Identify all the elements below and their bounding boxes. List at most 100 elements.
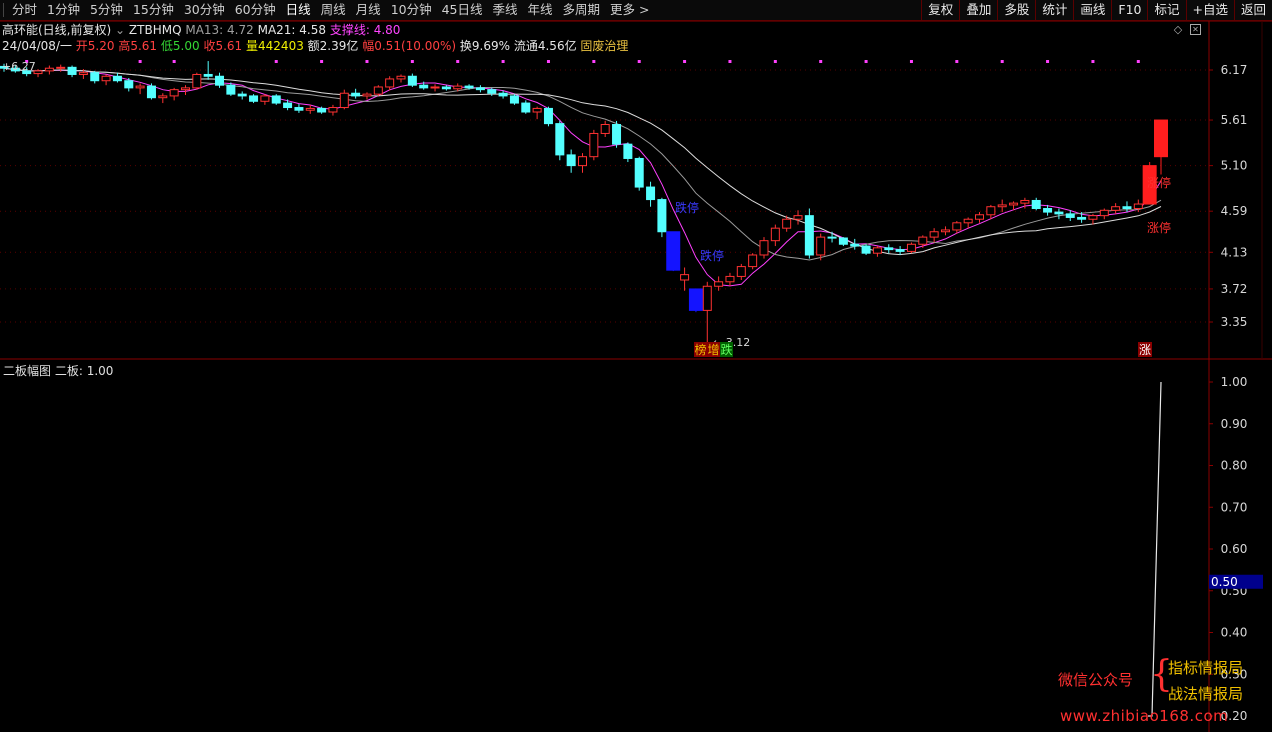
price-tick-label: 3.72: [1221, 282, 1248, 296]
chart-frame: [0, 20, 1272, 732]
sub-axis-label: 0.60: [1221, 542, 1248, 556]
candle-body: [124, 80, 134, 89]
candle-body: [226, 84, 236, 95]
candle-body: [827, 236, 837, 239]
candle-body: [112, 75, 122, 82]
candle-body: [975, 214, 985, 220]
ma5-line: [3, 67, 1162, 287]
candle-body: [203, 73, 213, 77]
sub-axis-label: 0.70: [1221, 500, 1248, 514]
candle-body: [1111, 206, 1121, 211]
candle-body: [657, 199, 667, 233]
candle-body: [1133, 203, 1143, 210]
sub-chart-title: 二板幅图: [3, 364, 52, 378]
candle-body: [328, 107, 338, 113]
candle-body: [646, 186, 656, 201]
candle-body: [895, 249, 905, 252]
candle-body: [464, 85, 474, 89]
candle-body: [1099, 209, 1109, 217]
signal-dot: [172, 60, 176, 63]
candle-body: [532, 107, 542, 113]
sub-axis-label: 0.40: [1221, 626, 1248, 640]
price-tick-label: 5.10: [1221, 159, 1248, 173]
signal-dot: [637, 60, 641, 63]
signal-dot: [1046, 60, 1050, 63]
signal-dot: [955, 60, 959, 63]
badge-zhang: 涨: [1139, 342, 1151, 357]
watermark-wechat: 微信公众号: [1058, 671, 1134, 689]
chart-canvas[interactable]: 6.175.615.104.594.133.723.35 +6.27← 3.12…: [0, 0, 1272, 732]
candle-body: [1122, 206, 1132, 210]
candle-body: [192, 73, 202, 89]
signal-dot: [365, 60, 369, 63]
limit-down-label-2: 跌停: [700, 248, 724, 263]
candle-body: [918, 236, 928, 245]
candle-body: [260, 95, 270, 102]
signal-dot: [683, 60, 687, 63]
candle-body: [135, 85, 145, 89]
candle-body: [521, 102, 531, 113]
candle-body: [1009, 202, 1019, 206]
candle-body: [555, 123, 565, 156]
limit-up-label-1: 涨停: [1147, 175, 1171, 190]
candle-body: [56, 66, 66, 69]
candle-body: [1088, 215, 1098, 220]
candle-body: [759, 240, 769, 256]
candle-body: [283, 102, 293, 109]
candle-body: [44, 67, 54, 72]
candle-body: [237, 93, 247, 97]
high-mark-label: +6.27: [2, 60, 36, 73]
candle-body: [351, 92, 361, 97]
candle-body: [838, 237, 848, 245]
signal-dot: [592, 60, 596, 63]
candle-body: [419, 84, 429, 89]
candle-body: [793, 215, 803, 220]
candle-body: [215, 75, 225, 86]
candle-body: [543, 107, 553, 125]
candle-body: [940, 229, 950, 233]
watermark-url: www.zhibiao168.com: [1060, 707, 1229, 725]
candle-body: [373, 86, 383, 95]
candle-body: [1031, 199, 1041, 210]
candle-body: [680, 274, 690, 281]
candle-body: [1154, 119, 1168, 158]
candle-body: [441, 86, 451, 90]
candle-body: [146, 85, 156, 99]
signal-dot: [410, 60, 414, 63]
candle-body: [634, 157, 644, 188]
candle-body: [714, 281, 724, 287]
candle-body: [249, 95, 259, 102]
candle-body: [850, 243, 860, 247]
candle-body: [589, 132, 599, 158]
signal-dots: [25, 60, 1140, 63]
sub-axis-label: 0.90: [1221, 417, 1248, 431]
candle-body: [498, 92, 508, 97]
signal-dot: [819, 60, 823, 63]
candle-body: [872, 247, 882, 254]
sub-chart-header: 二板幅图 二板: 1.00: [3, 362, 113, 379]
candle-body: [385, 78, 395, 88]
candle-body: [339, 92, 349, 109]
candle-body: [67, 66, 77, 75]
candle-body: [816, 236, 826, 256]
limit-up-label-2: 涨停: [1147, 220, 1171, 235]
candle-body: [271, 95, 281, 104]
candle-body: [963, 218, 973, 224]
price-tick-label: 6.17: [1221, 63, 1248, 77]
candle-body: [725, 275, 735, 283]
signal-dot: [501, 60, 505, 63]
candle-body: [702, 285, 712, 311]
signal-dot: [138, 60, 142, 63]
candle-body: [317, 107, 327, 113]
candle-body: [90, 72, 100, 82]
signal-dot: [456, 60, 460, 63]
price-tick-label: 4.59: [1221, 204, 1248, 218]
candle-body: [305, 107, 315, 111]
price-tick-label: 5.61: [1221, 113, 1248, 127]
signal-dot: [1000, 60, 1004, 63]
candle-body: [1054, 211, 1064, 215]
candle-body: [997, 204, 1007, 208]
candle-body: [430, 86, 440, 89]
signal-dot: [728, 60, 732, 63]
candle-body: [509, 95, 519, 104]
